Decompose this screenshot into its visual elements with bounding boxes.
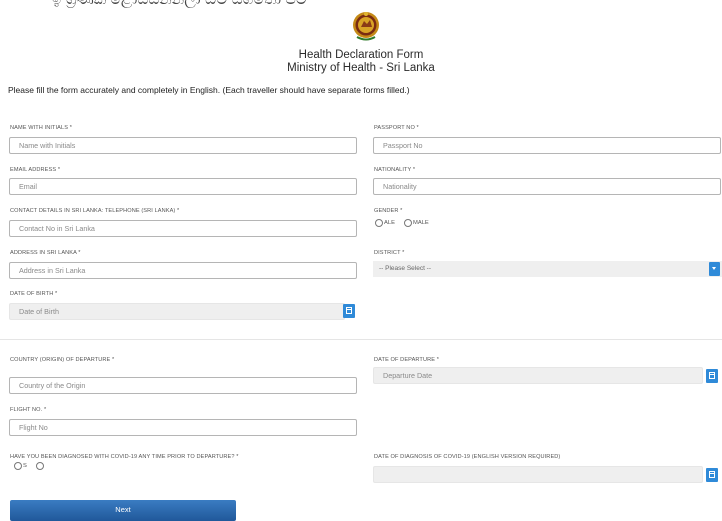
district-dropdown-button[interactable] [709, 262, 720, 276]
departure-calendar-icon[interactable] [706, 369, 718, 383]
diagnosis-date-input[interactable] [373, 466, 703, 483]
passport-input[interactable]: Passport No [373, 137, 721, 154]
chevron-down-icon [712, 267, 716, 270]
dob-input[interactable]: Date of Birth [9, 303, 345, 320]
email-input[interactable]: Email [9, 178, 357, 195]
contact-label: CONTACT DETAILS IN SRI LANKA: TELEPHONE … [10, 208, 180, 214]
covid-label: HAVE YOU BEEN DIAGNOSED WITH COVID-19 AN… [10, 454, 239, 460]
contact-input[interactable]: Contact No in Sri Lanka [9, 220, 357, 237]
top-cut-text: ඉ ග්‍රණ්ක ළොයස්නන්ලා ඔම ස්ගතෝ පම [0, 0, 722, 10]
district-select-value: -- Please Select -- [379, 265, 432, 272]
address-label: ADDRESS IN SRI LANKA * [10, 250, 81, 256]
diagnosis-calendar-icon[interactable] [706, 468, 718, 482]
nationality-input[interactable]: Nationality [373, 178, 721, 195]
email-label: EMAIL ADDRESS * [10, 167, 61, 173]
gender-option-female: ALE [384, 220, 395, 226]
dob-label: DATE OF BIRTH * [10, 291, 58, 297]
nationality-label: NATIONALITY * [374, 167, 416, 173]
page-subtitle: Ministry of Health - Sri Lanka [287, 62, 435, 74]
covid-option-yes: S [23, 463, 27, 469]
section-divider [0, 339, 722, 340]
address-input[interactable]: Address in Sri Lanka [9, 262, 357, 279]
country-label: COUNTRY (ORIGIN) OF DEPARTURE * [10, 357, 115, 363]
page-title: Health Declaration Form [298, 49, 424, 61]
diagnosis-label: DATE OF DIAGNOSIS OF COVID-19 (ENGLISH V… [374, 454, 561, 460]
gender-option-male: MALE [413, 220, 429, 226]
departure-label: DATE OF DEPARTURE * [374, 357, 439, 363]
sri-lanka-emblem-icon [353, 12, 379, 41]
gender-radio-male[interactable] [404, 219, 412, 227]
country-input[interactable]: Country of the Origin [9, 377, 357, 394]
name-label: NAME WITH INITIALS * [10, 125, 72, 131]
gender-label: GENDER * [374, 208, 403, 214]
departure-input[interactable]: Departure Date [373, 367, 703, 384]
district-select[interactable]: -- Please Select -- [373, 261, 722, 277]
flight-label: FLIGHT NO. * [10, 407, 47, 413]
covid-radio-no[interactable] [36, 462, 44, 470]
dob-calendar-icon[interactable] [343, 304, 355, 318]
top-cut-text-content: ඉ ග්‍රණ්ක ළොයස්නන්ලා ඔම ස්ගතෝ පම [52, 0, 307, 8]
name-input[interactable]: Name with Initials [9, 137, 357, 154]
district-label: DISTRICT * [374, 250, 405, 256]
form-instructions: Please fill the form accurately and comp… [8, 85, 410, 95]
flight-input[interactable]: Flight No [9, 419, 357, 436]
next-button[interactable]: Next [10, 500, 236, 521]
covid-radio-yes[interactable] [14, 462, 22, 470]
passport-label: PASSPORT NO * [374, 125, 419, 131]
gender-radio-female[interactable] [375, 219, 383, 227]
